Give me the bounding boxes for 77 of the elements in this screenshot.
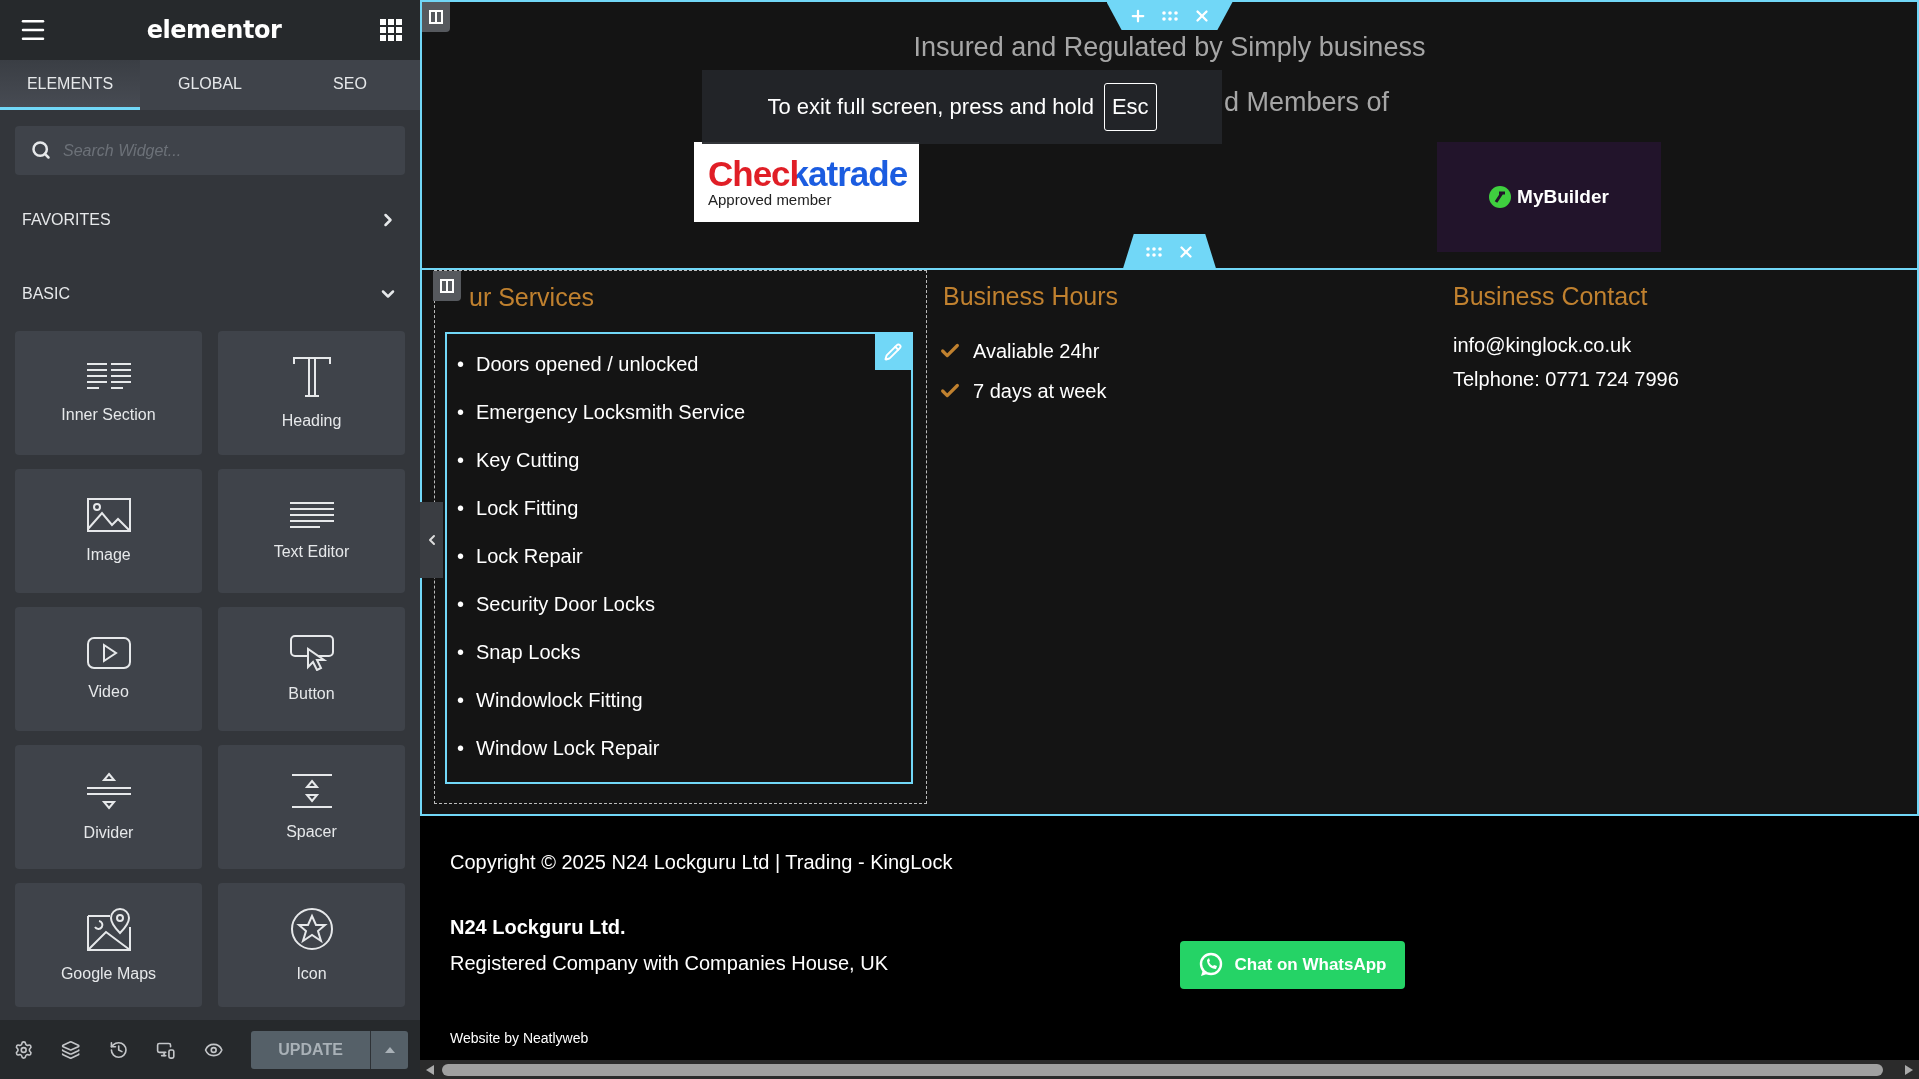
search-icon [31,140,51,160]
pencil-icon [884,343,902,361]
esc-key-label: Esc [1103,83,1157,131]
bullet: • [457,592,464,616]
copyright-text: Copyright © 2025 N24 Lockguru Ltd | Trading - KingLock [450,851,954,875]
bullet: • [457,640,464,664]
bullet: • [457,688,464,712]
video-icon [86,637,131,669]
widget-card[interactable]: Icon [218,883,405,1007]
text-editor-icon [289,501,334,529]
services-heading: ur Services [468,283,596,312]
column-layout-button[interactable] [422,2,450,32]
google-maps-icon [86,907,131,951]
mybuilder-logo: MyBuilder [1437,142,1661,252]
image-icon [86,498,131,532]
members-text: d Members of [1224,87,1390,119]
category-header[interactable]: FAVORITES [0,183,420,257]
service-item: Security Door Locks [476,592,655,616]
widget-card[interactable]: Google Maps [15,883,202,1007]
category-header[interactable]: BASIC [0,257,420,331]
hours-text: Avaliable 24hr [973,339,1100,363]
panel-tab[interactable]: SEO [280,60,420,110]
service-item: Lock Fitting [476,496,579,520]
service-item: Lock Repair [476,544,583,568]
columns-icon [429,10,443,24]
credit-text: Website by Neatlyweb [450,1030,590,1046]
divider-icon [86,772,131,810]
company-name: N24 Lockguru Ltd. [450,916,627,940]
contact-text: info@kinglock.co.uk [1453,333,1633,358]
panel-tab[interactable]: ELEMENTS [0,60,140,110]
widget-card[interactable]: Video [15,607,202,731]
chat-bubble-icon [1198,952,1225,978]
elementor-logo: elementor [146,16,282,44]
insurance-text: Insured and Regulated by Simply business [913,32,1426,64]
service-item: Snap Locks [476,640,581,664]
contact-text: Telphone: 0771 724 7996 [1453,367,1680,392]
service-item: Key Cutting [476,448,580,472]
drag-dots-icon[interactable] [1160,11,1179,21]
registration-text: Registered Company with Companies House, UK [450,952,889,976]
heading-icon [291,356,332,398]
service-item: Windowlock Fitting [476,688,643,712]
bullet: • [457,448,464,472]
settings-icon[interactable] [14,1038,34,1061]
widget-card[interactable]: Inner Section [15,331,202,455]
widget-card[interactable]: Image [15,469,202,593]
apps-grid-icon[interactable] [380,19,402,41]
hours-heading: Business Hours [943,282,1120,311]
service-item: Emergency Locksmith Service [476,400,745,424]
column-layout-button[interactable] [433,271,461,301]
bullet: • [457,736,464,760]
update-options-button[interactable] [370,1030,409,1069]
columns-icon [440,279,454,293]
spacer-icon [289,773,334,809]
service-item: Window Lock Repair [476,736,660,760]
layers-icon[interactable] [61,1038,81,1061]
button-icon [289,635,334,671]
inner-section-icon [86,362,131,392]
contact-heading: Business Contact [1453,282,1649,311]
widget-card[interactable]: Divider [15,745,202,869]
bullet: • [457,352,464,376]
checkatrade-logo: Checkatrade Approved member [694,142,919,222]
horizontal-scrollbar[interactable] [420,1060,1919,1079]
caret-up-icon [384,1046,395,1053]
widget-card[interactable]: Spacer [218,745,405,869]
scroll-left-icon[interactable] [426,1064,434,1075]
bullet: • [457,544,464,568]
panel-tab[interactable]: GLOBAL [140,60,280,110]
service-item: Doors opened / unlocked [476,352,699,376]
widget-card[interactable]: Button [218,607,405,731]
hours-text: 7 days at week [973,379,1107,403]
fullscreen-notice: To exit full screen, press and hold Esc [702,70,1222,144]
bullet: • [457,400,464,424]
widget-card[interactable]: Text Editor [218,469,405,593]
drag-dots-icon[interactable] [1144,247,1163,257]
scroll-right-icon[interactable] [1905,1064,1913,1075]
widget-card[interactable]: Heading [218,331,405,455]
bullet: • [457,496,464,520]
